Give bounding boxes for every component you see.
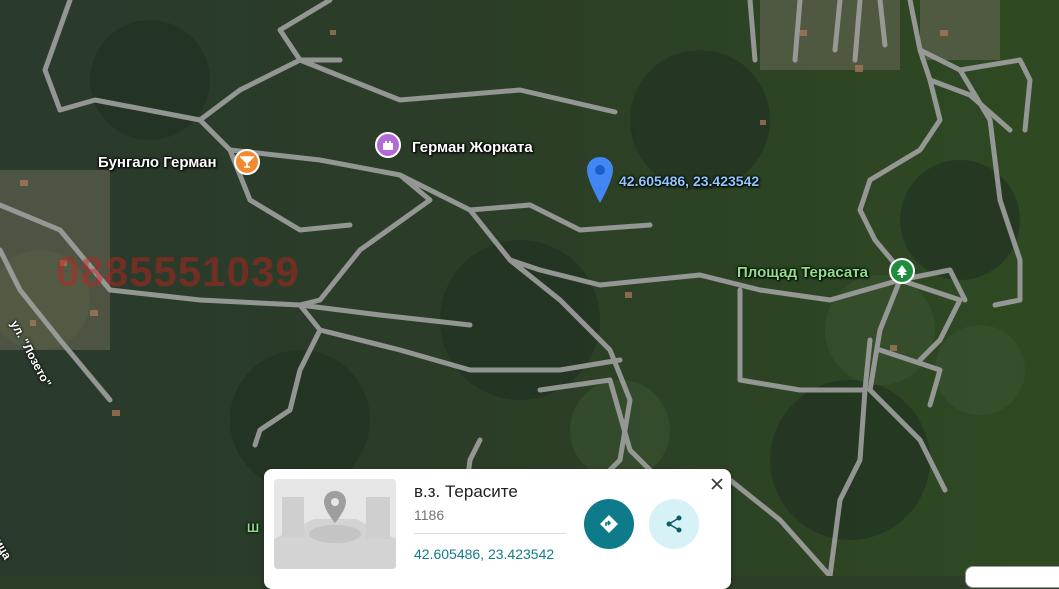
- place-coordinates[interactable]: 42.605486, 23.423542: [414, 546, 554, 562]
- tree-icon[interactable]: [889, 258, 915, 284]
- card-divider: [414, 533, 566, 534]
- cocktail-icon[interactable]: [234, 149, 260, 175]
- directions-button[interactable]: [584, 499, 634, 549]
- location-pin-icon[interactable]: [585, 155, 615, 210]
- close-icon: [711, 478, 723, 490]
- poi-label-german-zhorkata[interactable]: Герман Жорката: [412, 139, 533, 156]
- castle-icon[interactable]: [375, 132, 401, 158]
- pin-coordinates-label: 42.605486, 23.423542: [619, 173, 760, 189]
- place-info-card[interactable]: в.з. Терасите 1186 42.605486, 23.423542: [264, 469, 731, 589]
- map-control-partial[interactable]: [965, 566, 1059, 588]
- place-title: в.з. Терасите: [414, 482, 518, 501]
- street-label-partial: Ш: [247, 521, 260, 535]
- poi-label-ploshtad-terasata[interactable]: Площад Терасата: [737, 264, 868, 281]
- close-button[interactable]: [705, 472, 729, 496]
- share-icon: [666, 515, 682, 533]
- directions-icon: [600, 515, 618, 533]
- place-thumbnail[interactable]: [274, 479, 396, 569]
- place-subtitle: 1186: [414, 507, 445, 523]
- share-button[interactable]: [649, 499, 699, 549]
- poi-label-bungalo-german[interactable]: Бунгало Герман: [98, 154, 217, 171]
- phone-watermark: 0885551039: [56, 248, 300, 295]
